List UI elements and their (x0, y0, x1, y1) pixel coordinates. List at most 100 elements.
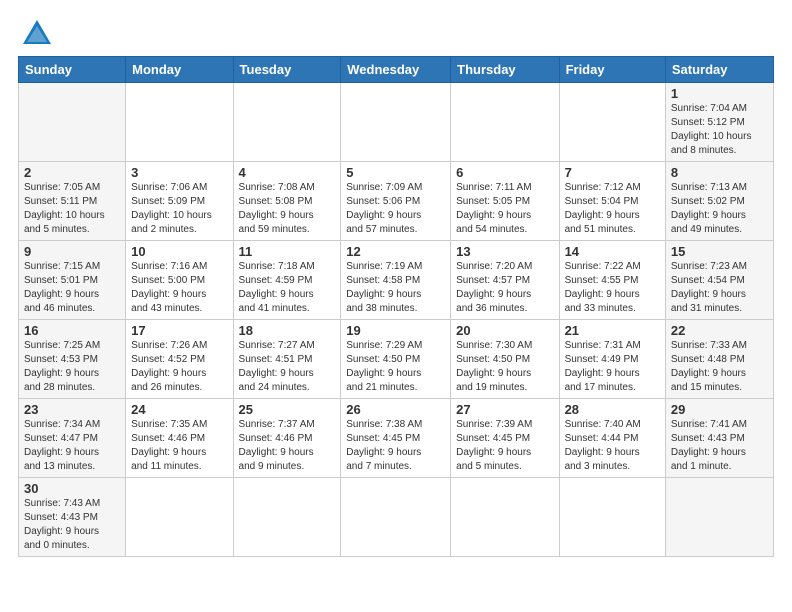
table-row: 27Sunrise: 7:39 AM Sunset: 4:45 PM Dayli… (451, 399, 559, 478)
day-number: 15 (671, 244, 768, 259)
table-row (19, 83, 126, 162)
table-row: 6Sunrise: 7:11 AM Sunset: 5:05 PM Daylig… (451, 162, 559, 241)
day-info: Sunrise: 7:40 AM Sunset: 4:44 PM Dayligh… (565, 418, 660, 474)
table-row (233, 478, 341, 557)
page: Sunday Monday Tuesday Wednesday Thursday… (0, 0, 792, 612)
day-info: Sunrise: 7:30 AM Sunset: 4:50 PM Dayligh… (456, 339, 553, 395)
day-number: 16 (24, 323, 120, 338)
day-info: Sunrise: 7:20 AM Sunset: 4:57 PM Dayligh… (456, 260, 553, 316)
day-info: Sunrise: 7:31 AM Sunset: 4:49 PM Dayligh… (565, 339, 660, 395)
day-info: Sunrise: 7:41 AM Sunset: 4:43 PM Dayligh… (671, 418, 768, 474)
day-number: 5 (346, 165, 445, 180)
table-row: 10Sunrise: 7:16 AM Sunset: 5:00 PM Dayli… (126, 241, 233, 320)
table-row: 19Sunrise: 7:29 AM Sunset: 4:50 PM Dayli… (341, 320, 451, 399)
day-info: Sunrise: 7:15 AM Sunset: 5:01 PM Dayligh… (24, 260, 120, 316)
day-info: Sunrise: 7:25 AM Sunset: 4:53 PM Dayligh… (24, 339, 120, 395)
day-number: 12 (346, 244, 445, 259)
day-number: 25 (239, 402, 336, 417)
table-row: 5Sunrise: 7:09 AM Sunset: 5:06 PM Daylig… (341, 162, 451, 241)
day-info: Sunrise: 7:27 AM Sunset: 4:51 PM Dayligh… (239, 339, 336, 395)
day-number: 17 (131, 323, 227, 338)
day-number: 14 (565, 244, 660, 259)
table-row (341, 478, 451, 557)
day-number: 3 (131, 165, 227, 180)
day-number: 28 (565, 402, 660, 417)
table-row: 1Sunrise: 7:04 AM Sunset: 5:12 PM Daylig… (665, 83, 773, 162)
calendar-week-row: 1Sunrise: 7:04 AM Sunset: 5:12 PM Daylig… (19, 83, 774, 162)
day-number: 20 (456, 323, 553, 338)
calendar-week-row: 2Sunrise: 7:05 AM Sunset: 5:11 PM Daylig… (19, 162, 774, 241)
calendar-week-row: 9Sunrise: 7:15 AM Sunset: 5:01 PM Daylig… (19, 241, 774, 320)
day-info: Sunrise: 7:18 AM Sunset: 4:59 PM Dayligh… (239, 260, 336, 316)
calendar-week-row: 16Sunrise: 7:25 AM Sunset: 4:53 PM Dayli… (19, 320, 774, 399)
table-row: 7Sunrise: 7:12 AM Sunset: 5:04 PM Daylig… (559, 162, 665, 241)
calendar-header-row: Sunday Monday Tuesday Wednesday Thursday… (19, 57, 774, 83)
logo-area (18, 18, 53, 46)
table-row: 21Sunrise: 7:31 AM Sunset: 4:49 PM Dayli… (559, 320, 665, 399)
day-info: Sunrise: 7:29 AM Sunset: 4:50 PM Dayligh… (346, 339, 445, 395)
table-row: 3Sunrise: 7:06 AM Sunset: 5:09 PM Daylig… (126, 162, 233, 241)
table-row: 18Sunrise: 7:27 AM Sunset: 4:51 PM Dayli… (233, 320, 341, 399)
table-row (559, 478, 665, 557)
day-number: 4 (239, 165, 336, 180)
col-wednesday: Wednesday (341, 57, 451, 83)
table-row: 17Sunrise: 7:26 AM Sunset: 4:52 PM Dayli… (126, 320, 233, 399)
day-info: Sunrise: 7:16 AM Sunset: 5:00 PM Dayligh… (131, 260, 227, 316)
table-row (559, 83, 665, 162)
day-number: 23 (24, 402, 120, 417)
day-number: 18 (239, 323, 336, 338)
table-row: 20Sunrise: 7:30 AM Sunset: 4:50 PM Dayli… (451, 320, 559, 399)
table-row: 29Sunrise: 7:41 AM Sunset: 4:43 PM Dayli… (665, 399, 773, 478)
table-row (341, 83, 451, 162)
table-row: 24Sunrise: 7:35 AM Sunset: 4:46 PM Dayli… (126, 399, 233, 478)
day-info: Sunrise: 7:35 AM Sunset: 4:46 PM Dayligh… (131, 418, 227, 474)
table-row (665, 478, 773, 557)
day-number: 27 (456, 402, 553, 417)
day-number: 9 (24, 244, 120, 259)
calendar-table: Sunday Monday Tuesday Wednesday Thursday… (18, 56, 774, 557)
table-row: 14Sunrise: 7:22 AM Sunset: 4:55 PM Dayli… (559, 241, 665, 320)
col-saturday: Saturday (665, 57, 773, 83)
table-row: 11Sunrise: 7:18 AM Sunset: 4:59 PM Dayli… (233, 241, 341, 320)
calendar-week-row: 30Sunrise: 7:43 AM Sunset: 4:43 PM Dayli… (19, 478, 774, 557)
day-number: 2 (24, 165, 120, 180)
table-row: 28Sunrise: 7:40 AM Sunset: 4:44 PM Dayli… (559, 399, 665, 478)
table-row: 13Sunrise: 7:20 AM Sunset: 4:57 PM Dayli… (451, 241, 559, 320)
calendar-week-row: 23Sunrise: 7:34 AM Sunset: 4:47 PM Dayli… (19, 399, 774, 478)
day-number: 8 (671, 165, 768, 180)
day-number: 19 (346, 323, 445, 338)
day-info: Sunrise: 7:33 AM Sunset: 4:48 PM Dayligh… (671, 339, 768, 395)
day-number: 11 (239, 244, 336, 259)
table-row (451, 478, 559, 557)
table-row: 4Sunrise: 7:08 AM Sunset: 5:08 PM Daylig… (233, 162, 341, 241)
day-info: Sunrise: 7:37 AM Sunset: 4:46 PM Dayligh… (239, 418, 336, 474)
table-row: 23Sunrise: 7:34 AM Sunset: 4:47 PM Dayli… (19, 399, 126, 478)
table-row: 22Sunrise: 7:33 AM Sunset: 4:48 PM Dayli… (665, 320, 773, 399)
day-info: Sunrise: 7:39 AM Sunset: 4:45 PM Dayligh… (456, 418, 553, 474)
logo-icon (21, 18, 53, 46)
day-info: Sunrise: 7:12 AM Sunset: 5:04 PM Dayligh… (565, 181, 660, 237)
col-friday: Friday (559, 57, 665, 83)
day-info: Sunrise: 7:06 AM Sunset: 5:09 PM Dayligh… (131, 181, 227, 237)
header (18, 18, 774, 46)
day-info: Sunrise: 7:09 AM Sunset: 5:06 PM Dayligh… (346, 181, 445, 237)
day-number: 30 (24, 481, 120, 496)
day-number: 10 (131, 244, 227, 259)
col-sunday: Sunday (19, 57, 126, 83)
table-row: 16Sunrise: 7:25 AM Sunset: 4:53 PM Dayli… (19, 320, 126, 399)
day-number: 22 (671, 323, 768, 338)
day-info: Sunrise: 7:34 AM Sunset: 4:47 PM Dayligh… (24, 418, 120, 474)
day-info: Sunrise: 7:05 AM Sunset: 5:11 PM Dayligh… (24, 181, 120, 237)
day-info: Sunrise: 7:26 AM Sunset: 4:52 PM Dayligh… (131, 339, 227, 395)
day-info: Sunrise: 7:43 AM Sunset: 4:43 PM Dayligh… (24, 497, 120, 553)
day-info: Sunrise: 7:11 AM Sunset: 5:05 PM Dayligh… (456, 181, 553, 237)
day-info: Sunrise: 7:23 AM Sunset: 4:54 PM Dayligh… (671, 260, 768, 316)
table-row: 12Sunrise: 7:19 AM Sunset: 4:58 PM Dayli… (341, 241, 451, 320)
day-info: Sunrise: 7:08 AM Sunset: 5:08 PM Dayligh… (239, 181, 336, 237)
day-number: 13 (456, 244, 553, 259)
day-number: 29 (671, 402, 768, 417)
table-row: 26Sunrise: 7:38 AM Sunset: 4:45 PM Dayli… (341, 399, 451, 478)
table-row: 9Sunrise: 7:15 AM Sunset: 5:01 PM Daylig… (19, 241, 126, 320)
col-thursday: Thursday (451, 57, 559, 83)
table-row (451, 83, 559, 162)
